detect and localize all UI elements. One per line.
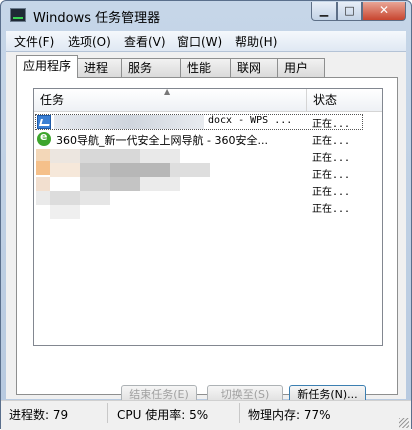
menu-window[interactable]: 窗口(W) [177,33,222,50]
tab-users[interactable]: 用户 [277,58,325,77]
wps-writer-icon [37,115,51,129]
sort-ascending-icon: ▲ [164,87,171,96]
title-bar[interactable]: Windows 任务管理器 ▁ □ ✕ [1,1,411,31]
tab-processes[interactable]: 进程 [77,58,122,77]
menu-view[interactable]: 查看(V) [124,33,166,50]
tab-performance[interactable]: 性能 [180,58,231,77]
task-status: 正在... [312,187,351,198]
tab-networking[interactable]: 联网 [230,58,278,77]
task-list[interactable]: ▲ 任务 状态 docx - WPS ... 正在... 360导航_新一代安全… [33,87,383,346]
task-status: 正在... [312,153,351,164]
cpu-usage: CPU 使用率: 5% [117,408,209,422]
task-row[interactable]: 360导航_新一代安全上网导航 - 360安全... 正在... [34,130,382,148]
tab-applications[interactable]: 应用程序 [16,55,78,78]
client-area: 应用程序 进程 服务 性能 联网 用户 ▲ 任务 状态 docx - WPS .… [6,52,406,405]
memory-usage: 物理内存: 77% [248,408,331,422]
status-separator [107,403,108,423]
task-status: 正在... [312,170,351,181]
menu-file[interactable]: 文件(F) [14,33,54,50]
task-name: docx - WPS ... [208,115,293,126]
menu-options[interactable]: 选项(O) [68,33,111,50]
blurred-region [54,115,204,129]
column-header-status[interactable]: 状态 [307,89,382,112]
browser-ie-icon [37,130,51,146]
menu-help[interactable]: 帮助(H) [235,33,277,50]
task-status: 正在... [312,119,351,130]
task-name: 360导航_新一代安全上网导航 - 360安全... [56,134,268,147]
task-manager-window: Windows 任务管理器 ▁ □ ✕ 文件(F) 选项(O) 查看(V) 窗口… [0,0,412,430]
close-icon: ✕ [378,3,390,17]
menu-bar: 文件(F) 选项(O) 查看(V) 窗口(W) 帮助(H) [6,31,406,52]
task-manager-icon [10,8,26,22]
status-separator [239,403,240,423]
tab-services[interactable]: 服务 [121,58,181,77]
task-status: 正在... [312,136,351,147]
window-title: Windows 任务管理器 [33,11,161,26]
maximize-icon: □ [344,4,355,17]
minimize-button[interactable]: ▁ [311,2,337,21]
column-header-task[interactable]: ▲ 任务 [34,87,307,112]
status-bar: 进程数: 79 CPU 使用率: 5% 物理内存: 77% [1,400,411,430]
blurred-region [36,149,266,219]
maximize-button[interactable]: □ [337,2,362,21]
task-status: 正在... [312,204,351,215]
task-row[interactable]: docx - WPS ... 正在... [34,114,382,131]
process-count: 进程数: 79 [9,408,69,422]
minimize-icon: ▁ [319,4,329,17]
resize-grip-icon[interactable] [399,418,409,428]
applications-panel: ▲ 任务 状态 docx - WPS ... 正在... 360导航_新一代安全… [16,77,398,405]
close-button[interactable]: ✕ [362,2,406,21]
